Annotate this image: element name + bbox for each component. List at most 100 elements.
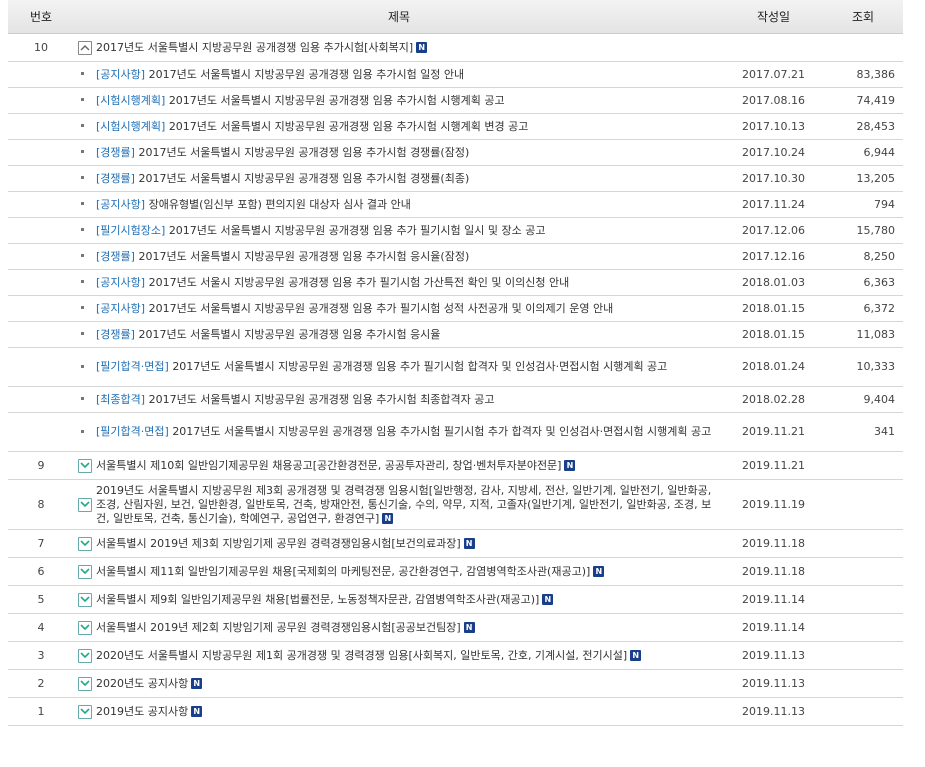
- table-row: 7 서울특별시 2019년 제3회 지방임기제 공무원 경력경쟁임용시험[보건의료…: [8, 529, 903, 558]
- row-title-link[interactable]: 2019년도 서울특별시 지방공무원 제3회 공개경쟁 및 경력경쟁 임용시험[…: [96, 484, 711, 525]
- row-title-link[interactable]: 2020년도 서울특별시 지방공무원 제1회 공개경쟁 및 경력경쟁 임용[사회…: [96, 649, 627, 662]
- expand-icon[interactable]: [78, 620, 92, 635]
- sub-date: 2017.12.16: [724, 243, 823, 270]
- sub-title-link[interactable]: [시험시행계획] 2017년도 서울특별시 지방공무원 공개경쟁 임용 추가시험…: [96, 94, 505, 107]
- expand-icon[interactable]: [78, 497, 92, 512]
- category-label: [시험시행계획]: [96, 119, 166, 133]
- row-views: [823, 557, 903, 586]
- sub-title-link[interactable]: [필기시험장소] 2017년도 서울특별시 지방공무원 공개경쟁 임용 추가 필…: [96, 224, 546, 237]
- sub-views: 8,250: [823, 243, 903, 270]
- row-title-link[interactable]: 서울특별시 제9회 일반임기제공무원 채용[법률전문, 노동정책자문관, 감염병…: [96, 593, 539, 606]
- row-title-link[interactable]: 2020년도 공지사항: [96, 677, 188, 690]
- bullet-icon: [80, 150, 84, 153]
- expand-icon[interactable]: [78, 704, 92, 719]
- row-title-cell: 2019년도 서울특별시 지방공무원 제3회 공개경쟁 및 경력경쟁 임용시험[…: [96, 479, 724, 530]
- collapse-icon[interactable]: [78, 40, 92, 55]
- sub-title-link[interactable]: [경쟁률] 2017년도 서울특별시 지방공무원 공개경쟁 임용 추가시험 응시…: [96, 328, 440, 341]
- sub-views: 83,386: [823, 61, 903, 88]
- sub-title-link[interactable]: [필기합격·면접] 2017년도 서울특별시 지방공무원 공개경쟁 임용 추가시…: [96, 425, 711, 438]
- expand-icon[interactable]: [78, 676, 92, 691]
- new-badge-icon: N: [382, 513, 394, 524]
- sub-title-link[interactable]: [공지사항] 2017년도 서울특별시 지방공무원 공개경쟁 임용 추가시험 일…: [96, 68, 464, 81]
- new-badge-icon: N: [463, 538, 475, 549]
- row-date: 2019.11.18: [724, 557, 823, 586]
- sub-row: [시험시행계획] 2017년도 서울특별시 지방공무원 공개경쟁 임용 추가시험…: [8, 87, 903, 114]
- row-title-link[interactable]: 2019년도 공지사항: [96, 705, 188, 718]
- sub-date: 2018.02.28: [724, 386, 823, 413]
- sub-title-text: 2017년도 서울특별시 지방공무원 공개경쟁 임용 추가시험 경쟁률(잠정): [138, 145, 470, 159]
- sub-title-link[interactable]: [최종합격] 2017년도 서울특별시 지방공무원 공개경쟁 임용 추가시험 최…: [96, 393, 495, 406]
- sub-views: 13,205: [823, 165, 903, 192]
- sub-title-link[interactable]: [공지사항] 장애유형별(임신부 포함) 편의지원 대상자 심사 결과 안내: [96, 198, 411, 211]
- row-title-link[interactable]: 2017년도 서울특별시 지방공무원 공개경쟁 임용 추가시험[사회복지]: [96, 41, 413, 54]
- sub-title-text: 2017년도 서울특별시 지방공무원 공개경쟁 임용 추가시험 경쟁률(최종): [138, 171, 470, 185]
- row-number: 4: [8, 613, 74, 642]
- sub-row: [경쟁률] 2017년도 서울특별시 지방공무원 공개경쟁 임용 추가시험 경쟁…: [8, 139, 903, 166]
- row-number: 6: [8, 557, 74, 586]
- category-label: [경쟁률]: [96, 327, 135, 341]
- expand-icon[interactable]: [78, 648, 92, 663]
- row-number: 8: [8, 479, 74, 530]
- row-number: 10: [8, 33, 74, 62]
- bullet-icon: [80, 254, 84, 257]
- sub-date: 2017.11.24: [724, 191, 823, 218]
- sub-date: 2017.07.21: [724, 61, 823, 88]
- expand-icon[interactable]: [78, 458, 92, 473]
- table-row: 9 서울특별시 제10회 일반임기제공무원 채용공고[공간환경전문, 공공투자관리…: [8, 451, 903, 480]
- category-label: [공지사항]: [96, 301, 146, 315]
- row-title-link[interactable]: 서울특별시 제10회 일반임기제공무원 채용공고[공간환경전문, 공공투자관리,…: [96, 459, 561, 472]
- sub-title-cell: [공지사항] 장애유형별(임신부 포함) 편의지원 대상자 심사 결과 안내: [96, 191, 724, 218]
- sub-title-cell: [경쟁률] 2017년도 서울특별시 지방공무원 공개경쟁 임용 추가시험 경쟁…: [96, 139, 724, 166]
- category-label: [시험시행계획]: [96, 93, 166, 107]
- row-number: 7: [8, 529, 74, 558]
- new-badge-icon: N: [191, 706, 203, 717]
- row-title-cell: 서울특별시 제11회 일반임기제공무원 채용[국제회의 마케팅전문, 공간환경연…: [96, 557, 724, 586]
- row-title-link[interactable]: 서울특별시 2019년 제3회 지방임기제 공무원 경력경쟁임용시험[보건의료과…: [96, 537, 461, 550]
- row-title-link[interactable]: 서울특별시 제11회 일반임기제공무원 채용[국제회의 마케팅전문, 공간환경연…: [96, 565, 590, 578]
- category-label: [필기시험장소]: [96, 223, 166, 237]
- sub-title-text: 2017년도 서울특별시 지방공무원 공개경쟁 임용 추가 필기시험 성적 사전…: [148, 301, 614, 315]
- sub-title-cell: [필기합격·면접] 2017년도 서울특별시 지방공무원 공개경쟁 임용 추가시…: [96, 412, 724, 452]
- expand-icon[interactable]: [78, 564, 92, 579]
- sub-title-cell: [필기합격·면접] 2017년도 서울특별시 지방공무원 공개경쟁 임용 추가 …: [96, 347, 724, 387]
- row-views: [823, 641, 903, 670]
- sub-title-cell: [공지사항] 2017년도 서울특별시 지방공무원 공개경쟁 임용 추가 필기시…: [96, 295, 724, 322]
- sub-title-link[interactable]: [공지사항] 2017년도 서울시 지방공무원 공개경쟁 임용 추가 필기시험 …: [96, 276, 569, 289]
- sub-title-link[interactable]: [시험시행계획] 2017년도 서울특별시 지방공무원 공개경쟁 임용 추가시험…: [96, 120, 528, 133]
- sub-row: [최종합격] 2017년도 서울특별시 지방공무원 공개경쟁 임용 추가시험 최…: [8, 386, 903, 413]
- sub-title-link[interactable]: [필기합격·면접] 2017년도 서울특별시 지방공무원 공개경쟁 임용 추가 …: [96, 360, 667, 373]
- sub-row: [필기합격·면접] 2017년도 서울특별시 지방공무원 공개경쟁 임용 추가 …: [8, 347, 903, 387]
- row-number: 2: [8, 669, 74, 698]
- row-title-link[interactable]: 서울특별시 2019년 제2회 지방임기제 공무원 경력경쟁임용시험[공공보건팀…: [96, 621, 461, 634]
- row-views: [823, 529, 903, 558]
- sub-row: [경쟁률] 2017년도 서울특별시 지방공무원 공개경쟁 임용 추가시험 경쟁…: [8, 165, 903, 192]
- category-label: [공지사항]: [96, 275, 146, 289]
- new-badge-icon: N: [191, 678, 203, 689]
- expand-icon[interactable]: [78, 592, 92, 607]
- bullet-icon: [80, 176, 84, 179]
- expand-icon[interactable]: [78, 536, 92, 551]
- sub-title-text: 2017년도 서울특별시 지방공무원 공개경쟁 임용 추가시험 일정 안내: [148, 67, 465, 81]
- row-views: [823, 33, 903, 62]
- category-label: [공지사항]: [96, 197, 146, 211]
- sub-date: 2018.01.24: [724, 347, 823, 387]
- sub-title-link[interactable]: [경쟁률] 2017년도 서울특별시 지방공무원 공개경쟁 임용 추가시험 경쟁…: [96, 146, 469, 159]
- sub-title-link[interactable]: [공지사항] 2017년도 서울특별시 지방공무원 공개경쟁 임용 추가 필기시…: [96, 302, 613, 315]
- sub-views: 794: [823, 191, 903, 218]
- sub-title-cell: [공지사항] 2017년도 서울특별시 지방공무원 공개경쟁 임용 추가시험 일…: [96, 61, 724, 88]
- sub-row: [경쟁률] 2017년도 서울특별시 지방공무원 공개경쟁 임용 추가시험 응시…: [8, 243, 903, 270]
- sub-title-cell: [공지사항] 2017년도 서울시 지방공무원 공개경쟁 임용 추가 필기시험 …: [96, 269, 724, 296]
- sub-row: [공지사항] 2017년도 서울시 지방공무원 공개경쟁 임용 추가 필기시험 …: [8, 269, 903, 296]
- row-number: 9: [8, 451, 74, 480]
- category-label: [경쟁률]: [96, 249, 135, 263]
- table-row: 2 2020년도 공지사항 N 2019.11.13: [8, 669, 903, 698]
- row-number: 3: [8, 641, 74, 670]
- sub-views: 15,780: [823, 217, 903, 244]
- row-date: 2019.11.13: [724, 669, 823, 698]
- row-title-cell: 서울특별시 제9회 일반임기제공무원 채용[법률전문, 노동정책자문관, 감염병…: [96, 585, 724, 614]
- sub-title-link[interactable]: [경쟁률] 2017년도 서울특별시 지방공무원 공개경쟁 임용 추가시험 응시…: [96, 250, 469, 263]
- sub-title-link[interactable]: [경쟁률] 2017년도 서울특별시 지방공무원 공개경쟁 임용 추가시험 경쟁…: [96, 172, 469, 185]
- new-badge-icon: N: [593, 566, 605, 577]
- row-title-cell: 2017년도 서울특별시 지방공무원 공개경쟁 임용 추가시험[사회복지] N: [96, 33, 724, 62]
- sub-row: [공지사항] 장애유형별(임신부 포함) 편의지원 대상자 심사 결과 안내 20…: [8, 191, 903, 218]
